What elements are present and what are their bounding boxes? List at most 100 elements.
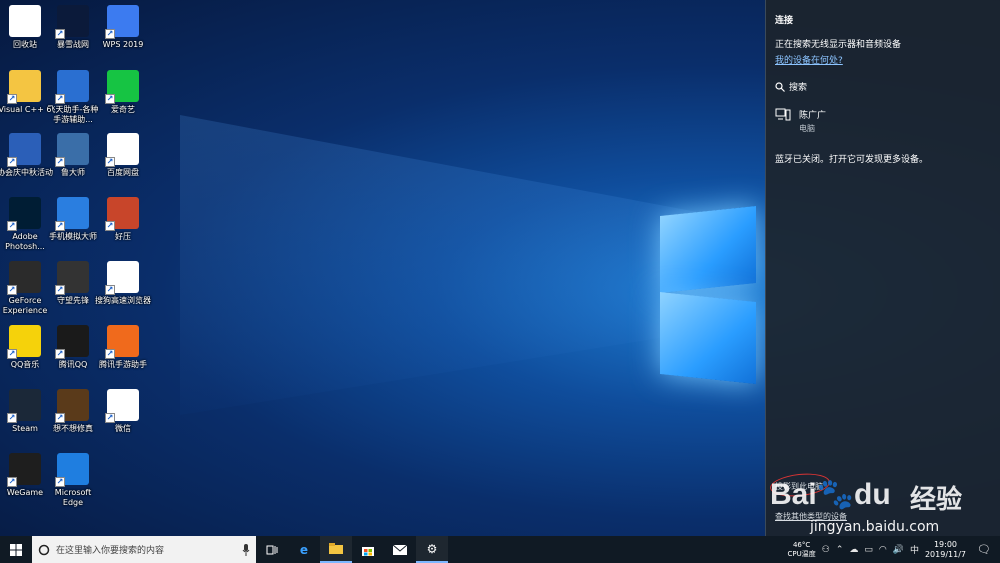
geforce-icon: ↗ <box>7 261 41 295</box>
desktop-icon[interactable]: ↗ 手机模拟大师 <box>48 197 98 259</box>
desktop-icon-label: 暴雪战网 <box>57 40 89 49</box>
taskbar-clock[interactable]: 19:00 2019/11/7 <box>925 540 966 560</box>
desktop-icon[interactable]: ↗ WPS 2019 <box>98 5 148 67</box>
shortcut-arrow-icon: ↗ <box>7 349 17 359</box>
desktop-icon[interactable]: ↗ 守望先锋 <box>48 261 98 323</box>
clock-time: 19:00 <box>933 539 958 549</box>
ime-indicator[interactable]: 中 <box>910 543 919 556</box>
desktop-icon[interactable]: ↗ 腾讯QQ <box>48 325 98 387</box>
desktop-icon-label: 百度网盘 <box>107 168 139 177</box>
taskbar-settings[interactable]: ⚙ <box>416 536 448 563</box>
volume-icon[interactable]: 🔊 <box>893 545 904 555</box>
desktop-icon[interactable]: ↗ 腾讯手游助手 <box>98 325 148 387</box>
cpu-temp-value: 46°C <box>792 540 811 549</box>
steam-icon: ↗ <box>7 389 41 423</box>
settings-icon: ⚙ <box>426 541 438 556</box>
panel-title: 连接 <box>775 16 794 26</box>
desktop-icon-label: 好压 <box>115 232 131 241</box>
desktop-icon-label: 搜狗高速浏览器 <box>95 296 151 305</box>
desktop-icon-label: 手机模拟大师 <box>49 232 97 241</box>
desktop-icon[interactable]: ↗ 协会庆中秋活动 <box>0 133 53 195</box>
desktop-icon[interactable]: ↗ Microsoft Edge <box>48 453 98 515</box>
cpu-temp-label: CPU温度 <box>787 549 816 558</box>
desktop-icon[interactable]: ↗ GeForce Experience <box>0 261 50 323</box>
shortcut-arrow-icon: ↗ <box>7 221 17 231</box>
taskbar-edge[interactable]: e <box>288 536 320 563</box>
task-view-button[interactable] <box>256 536 288 563</box>
taskbar-store[interactable] <box>352 536 384 563</box>
shortcut-arrow-icon: ↗ <box>105 29 115 39</box>
taskbar-mail[interactable] <box>384 536 416 563</box>
desktop-icon-label: 想不想修真 <box>53 424 93 433</box>
action-center-button[interactable]: 🗨 <box>972 543 996 556</box>
desktop-icon[interactable]: ↗ 搜狗高速浏览器 <box>95 261 151 323</box>
wps-icon: ↗ <box>105 5 139 39</box>
paw-icon: 🐾 <box>816 478 855 511</box>
desktop-icon[interactable]: ↗ 想不想修真 <box>48 389 98 451</box>
cpu-temp[interactable]: 46°C CPU温度 <box>788 541 816 559</box>
desktop-icon[interactable]: ↗ 鲁大师 <box>48 133 98 195</box>
shortcut-arrow-icon: ↗ <box>7 157 17 167</box>
desktop-icon[interactable]: ↗ Visual C++ 6 <box>0 70 52 132</box>
desktop-icon[interactable]: ↗ QQ音乐 <box>0 325 50 387</box>
shortcut-arrow-icon: ↗ <box>55 221 65 231</box>
cortana-icon <box>38 544 50 555</box>
photoshop-icon: ↗ <box>7 197 41 231</box>
onedrive-icon[interactable]: ☁ <box>849 545 858 555</box>
microphone-icon[interactable] <box>242 543 250 556</box>
start-button[interactable] <box>0 536 32 563</box>
desktop-icon-label: 鲁大师 <box>61 168 85 177</box>
shortcut-arrow-icon: ↗ <box>7 285 17 295</box>
shortcut-arrow-icon: ↗ <box>55 285 65 295</box>
shortcut-arrow-icon: ↗ <box>55 413 65 423</box>
desktop-icon[interactable]: ↗ WeGame <box>0 453 50 515</box>
desktop-icon[interactable]: ↗ 暴雪战网 <box>48 5 98 67</box>
edge-icon: ↗ <box>55 453 89 487</box>
haozip-icon: ↗ <box>105 197 139 231</box>
desktop-icon[interactable]: ↗ 微信 <box>98 389 148 451</box>
file-explorer-icon <box>329 543 343 554</box>
taskbar-search-box[interactable]: 在这里输入你要搜索的内容 <box>32 536 256 563</box>
desktop-icon[interactable]: 回收站 <box>0 5 50 67</box>
edge-icon: e <box>299 542 309 557</box>
desktop-icon[interactable]: ↗ 好压 <box>98 197 148 259</box>
panel-search-button[interactable]: 搜索 <box>775 80 807 93</box>
desktop-icon-label: 飞天助手-各种手游辅助... <box>47 105 99 124</box>
desktop-icon[interactable]: ↗ 百度网盘 <box>98 133 148 195</box>
bluetooth-note: 蓝牙已关闭。打开它可发现更多设备。 <box>775 155 929 165</box>
search-status: 正在搜索无线显示器和音频设备 <box>775 40 902 50</box>
qq-music-icon: ↗ <box>7 325 41 359</box>
pc-icon <box>775 108 791 121</box>
taskbar-search-placeholder: 在这里输入你要搜索的内容 <box>56 546 165 556</box>
recycle-bin-icon <box>9 5 41 37</box>
network-icon[interactable]: ◠ <box>879 545 887 555</box>
desktop-icon-label: WPS 2019 <box>102 40 144 49</box>
desktop-icon[interactable]: ↗ 爱奇艺 <box>98 70 148 132</box>
device-type: 电脑 <box>799 124 815 133</box>
search-icon <box>775 81 785 92</box>
overwatch-icon: ↗ <box>55 261 89 295</box>
taskbar: 在这里输入你要搜索的内容 e ⚙ 46°C CPU温度 ⚇ ⌃ ☁ ▭ ◠ 🔊 … <box>0 536 1000 563</box>
shortcut-arrow-icon: ↗ <box>55 157 65 167</box>
shortcut-arrow-icon: ↗ <box>105 157 115 167</box>
mail-icon <box>393 544 407 555</box>
xiuzhen-icon: ↗ <box>55 389 89 423</box>
desktop-icon[interactable]: ↗ 飞天助手-各种手游辅助... <box>48 70 98 132</box>
wechat-icon: ↗ <box>105 389 139 423</box>
chevron-up-icon[interactable]: ⌃ <box>836 545 844 555</box>
taskbar-file-explorer[interactable] <box>320 536 352 563</box>
windows-start-icon <box>10 543 22 556</box>
battery-icon[interactable]: ▭ <box>864 545 873 555</box>
people-icon[interactable]: ⚇ <box>822 545 830 555</box>
shortcut-arrow-icon: ↗ <box>55 477 65 487</box>
shortcut-arrow-icon: ↗ <box>105 221 115 231</box>
where-device-link[interactable]: 我的设备在何处? <box>775 53 843 66</box>
desktop-icon-label: 守望先锋 <box>57 296 89 305</box>
shortcut-arrow-icon: ↗ <box>55 349 65 359</box>
desktop-icon[interactable]: ↗ Adobe Photosh... <box>0 197 50 259</box>
sogou-browser-icon: ↗ <box>105 261 139 295</box>
device-item[interactable]: 陈广广 电脑 <box>775 108 826 134</box>
ludashi-icon: ↗ <box>55 133 89 167</box>
desktop-icon[interactable]: ↗ Steam <box>0 389 50 451</box>
watermark-du: du <box>854 478 891 511</box>
